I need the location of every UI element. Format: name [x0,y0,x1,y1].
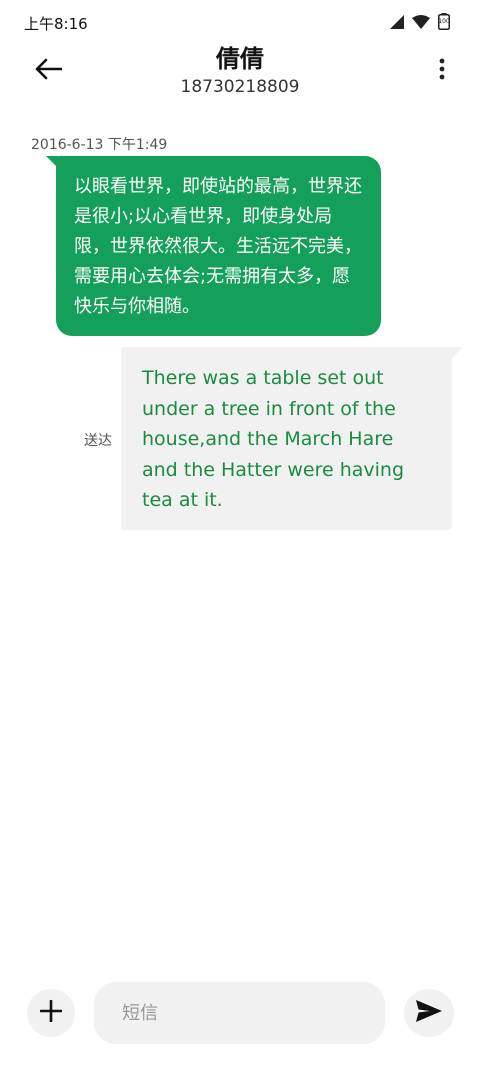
battery-icon: 100 [438,13,450,30]
battery-level: 100 [438,18,450,25]
incoming-message-bubble[interactable]: 以眼看世界，即使站的最高，世界还是很小;以心看世界，即使身处局限，世界依然很大。… [46,156,381,336]
status-time: 上午8:16 [24,15,88,33]
add-attachment-button[interactable] [27,989,75,1037]
more-options-button[interactable] [434,56,450,86]
send-button[interactable] [404,989,454,1037]
status-icons: 100 [390,13,450,30]
outgoing-message-text: There was a table set out under a tree i… [142,367,405,511]
incoming-message-text: 以眼看世界，即使站的最高，世界还是很小;以心看世界，即使身处局限，世界依然很大。… [74,176,362,317]
message-timestamp: 2016-6-13 下午1:49 [31,137,168,153]
contact-name: 倩倩 [216,45,264,73]
delivery-status: 送达 [84,433,112,449]
title-block: 倩倩 18730218809 [0,44,480,98]
conversation-screen: 上午8:16 100 倩倩 18730218809 2016-6-13 下午1:… [0,0,480,1066]
signal-icon [390,14,404,29]
contact-number: 18730218809 [180,77,300,97]
message-composer [0,980,480,1050]
status-bar: 上午8:16 100 [0,0,480,44]
outgoing-message-bubble[interactable]: There was a table set out under a tree i… [121,347,463,530]
more-vertical-icon [439,58,445,84]
plus-icon [39,999,63,1026]
wifi-icon [412,14,430,29]
send-icon [415,999,443,1027]
message-input[interactable] [94,982,385,1044]
conversation-header: 倩倩 18730218809 [0,44,480,104]
